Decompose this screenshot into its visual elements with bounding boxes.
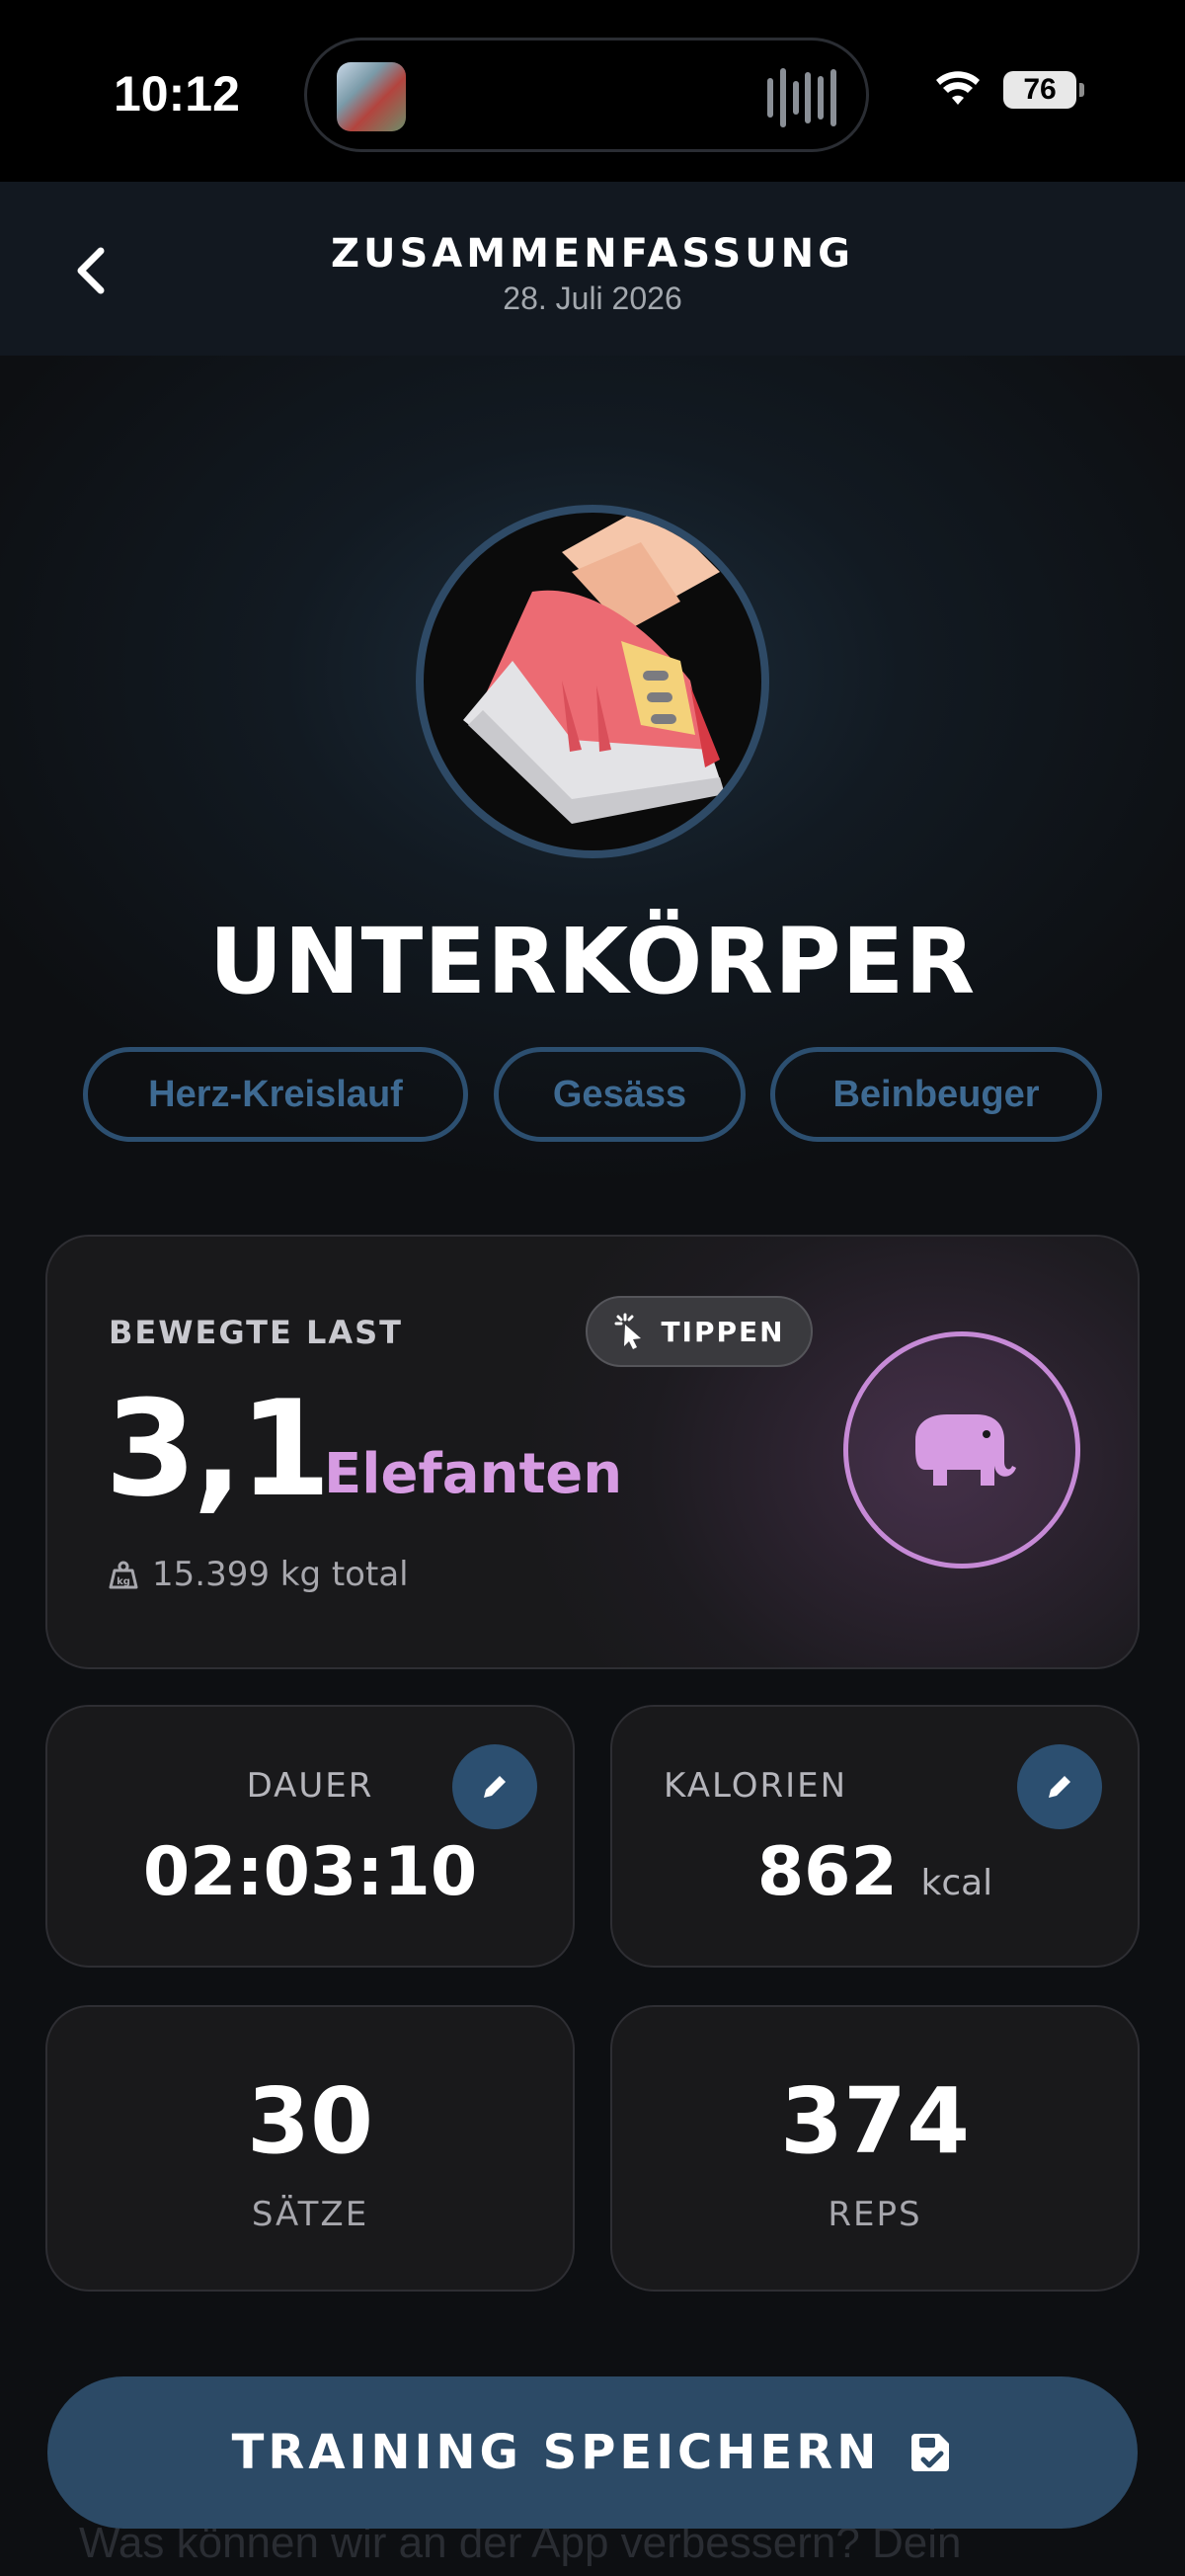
tap-icon bbox=[614, 1313, 642, 1349]
page-title: ZUSAMMENFASSUNG bbox=[331, 231, 854, 277]
calories-unit: kcal bbox=[920, 1863, 993, 1903]
tap-label: TIPPEN bbox=[661, 1315, 785, 1348]
weight-icon: kg bbox=[109, 1561, 138, 1589]
reps-card: 374 REPS bbox=[610, 2005, 1140, 2292]
reps-label: REPS bbox=[828, 2195, 922, 2234]
page-date: 28. Juli 2026 bbox=[503, 281, 682, 316]
duration-value: 02:03:10 bbox=[142, 1833, 478, 1911]
calories-label: KALORIEN bbox=[664, 1766, 848, 1806]
status-indicators: 76 bbox=[934, 71, 1084, 109]
tag-beinbeuger[interactable]: Beinbeuger bbox=[770, 1047, 1102, 1142]
elephant-icon bbox=[915, 1414, 1016, 1486]
edit-calories-button[interactable] bbox=[1017, 1744, 1102, 1829]
save-training-label: TRAINING SPEICHERN bbox=[231, 2425, 881, 2480]
nav-header: ZUSAMMENFASSUNG 28. Juli 2026 bbox=[0, 182, 1185, 356]
pencil-icon bbox=[1049, 1773, 1073, 1798]
workout-hero: UNTERKÖRPER Herz-Kreislauf Gesäss Beinbe… bbox=[0, 356, 1185, 1245]
calories-card: KALORIEN 862 kcal bbox=[610, 1705, 1140, 1968]
svg-text:kg: kg bbox=[117, 1576, 130, 1587]
moved-load-card[interactable]: BEWEGTE LAST TIPPEN 3,1 Elefanten kg 15.… bbox=[45, 1235, 1140, 1669]
status-bar: 10:12 76 bbox=[0, 0, 1185, 182]
muscle-tags: Herz-Kreislauf Gesäss Beinbeuger bbox=[0, 1047, 1185, 1142]
dynamic-island[interactable] bbox=[304, 38, 869, 152]
duration-card: DAUER 02:03:10 bbox=[45, 1705, 575, 1968]
pencil-icon bbox=[484, 1773, 509, 1798]
tag-herz-kreislauf[interactable]: Herz-Kreislauf bbox=[83, 1047, 468, 1142]
load-total-text: 15.399 kg total bbox=[152, 1555, 409, 1594]
reps-value: 374 bbox=[779, 2068, 971, 2174]
load-label: BEWEGTE LAST bbox=[109, 1314, 403, 1351]
status-time: 10:12 bbox=[114, 66, 240, 121]
sets-label: SÄTZE bbox=[251, 2195, 369, 2234]
tap-chip[interactable]: TIPPEN bbox=[586, 1296, 813, 1367]
workout-title: UNTERKÖRPER bbox=[208, 909, 977, 1014]
load-unit: Elefanten bbox=[324, 1442, 623, 1506]
calories-value: 862 bbox=[756, 1833, 898, 1911]
load-value: 3,1 bbox=[105, 1372, 331, 1526]
wifi-icon bbox=[936, 71, 980, 105]
battery-indicator: 76 bbox=[1003, 71, 1084, 109]
save-training-button[interactable]: TRAINING SPEICHERN bbox=[47, 2376, 1138, 2529]
audio-waveform-icon bbox=[767, 68, 836, 127]
tag-gesaess[interactable]: Gesäss bbox=[494, 1047, 746, 1142]
elephant-badge[interactable] bbox=[843, 1331, 1080, 1569]
edit-duration-button[interactable] bbox=[452, 1744, 537, 1829]
sets-value: 30 bbox=[246, 2068, 374, 2174]
now-playing-thumbnail bbox=[337, 62, 406, 131]
sets-card: 30 SÄTZE bbox=[45, 2005, 575, 2292]
save-icon bbox=[911, 2434, 950, 2471]
sneaker-icon bbox=[416, 505, 769, 858]
calories-value-row: 862 kcal bbox=[612, 1833, 1138, 1911]
load-total: kg 15.399 kg total bbox=[109, 1555, 409, 1594]
